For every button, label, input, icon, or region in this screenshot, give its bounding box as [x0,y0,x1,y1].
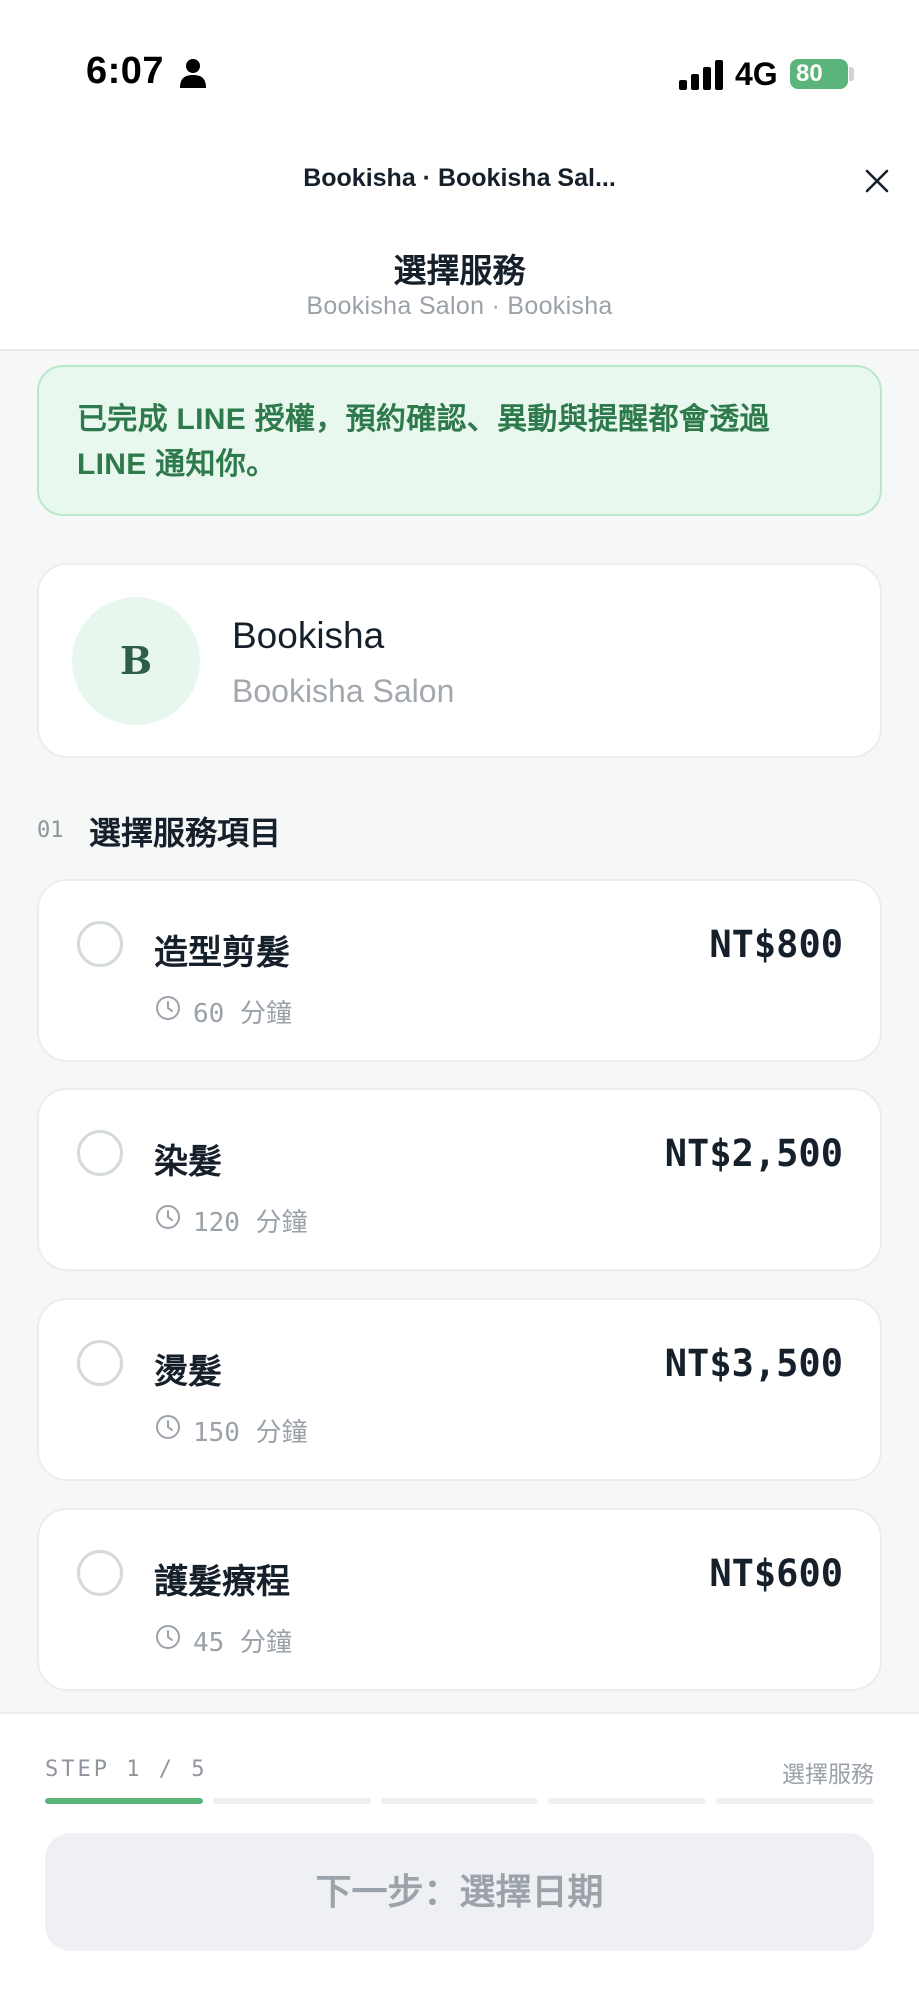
duration-unit: 分鐘 [239,998,292,1028]
shop-card: B Bookisha Bookisha Salon [37,563,882,758]
status-bar: 6:07 4G 80 [0,0,919,140]
page-subtitle: Bookisha Salon · Bookisha [306,292,613,320]
shop-branch: Bookisha Salon [232,673,455,709]
person-icon [180,59,206,88]
service-duration: 150 分鐘 [193,1412,308,1449]
service-card[interactable]: 造型剪髮 NT$800 60 分鐘 [37,879,882,1062]
network-type: 4G [735,56,778,92]
notice-text: 已完成 LINE 授權，預約確認、異動與提醒都會透過 LINE 通知你。 [77,403,770,481]
service-duration: 60 分鐘 [193,993,292,1030]
booking-page: 6:07 4G 80 Bookisha · Bookisha Sal... 選擇… [0,0,919,1998]
progress-segment [716,1798,874,1804]
service-price: NT$800 [709,923,843,966]
service-radio[interactable] [77,1130,123,1176]
duration-value: 150 [193,1418,240,1448]
service-price: NT$3,500 [664,1342,843,1385]
service-duration: 120 分鐘 [193,1202,308,1239]
duration-unit: 分鐘 [255,1417,308,1447]
line-auth-notice: 已完成 LINE 授權，預約確認、異動與提醒都會透過 LINE 通知你。 [37,365,882,516]
duration-value: 45 [193,1628,225,1658]
step-name: 選擇服務 [782,1761,874,1787]
service-card[interactable]: 燙髮 NT$3,500 150 分鐘 [37,1298,882,1481]
step-progress [45,1798,874,1806]
section-title: 選擇服務項目 [89,815,282,851]
footer-bar: STEP 1 / 5 選擇服務 下一步：選擇日期 [0,1712,919,1998]
signal-icon [679,60,723,90]
clock-icon [156,1205,180,1229]
service-name: 造型剪髮 [154,934,290,972]
clock-icon [156,1415,180,1439]
top-header: Bookisha · Bookisha Sal... 選擇服務 Bookisha… [0,140,919,351]
duration-value: 120 [193,1208,240,1238]
avatar: B [72,597,200,725]
duration-unit: 分鐘 [239,1627,292,1657]
service-price: NT$600 [709,1552,843,1595]
service-radio[interactable] [77,1550,123,1596]
status-time: 6:07 [86,50,165,92]
nav-title: Bookisha · Bookisha Sal... [303,164,616,192]
service-radio[interactable] [77,1340,123,1386]
duration-unit: 分鐘 [255,1207,308,1237]
shop-name: Bookisha [232,615,385,656]
service-radio[interactable] [77,921,123,967]
battery-tip [849,67,854,81]
duration-value: 60 [193,999,225,1029]
service-name: 護髮療程 [154,1563,290,1601]
section-number: 01 [37,818,64,843]
step-label: STEP 1 / 5 [45,1757,208,1782]
progress-segment [212,1798,371,1804]
service-name: 燙髮 [154,1353,222,1391]
page-title: 選擇服務 [393,252,526,289]
service-duration: 45 分鐘 [193,1622,292,1659]
service-name: 染髮 [154,1143,222,1181]
progress-segment [548,1798,707,1804]
clock-icon [156,996,180,1020]
progress-segment [380,1798,539,1804]
service-card[interactable]: 染髮 NT$2,500 120 分鐘 [37,1088,882,1271]
close-icon[interactable] [858,162,896,200]
progress-segment [45,1798,203,1804]
next-step-button[interactable]: 下一步：選擇日期 [45,1833,874,1951]
clock-icon [156,1625,180,1649]
service-card[interactable]: 護髮療程 NT$600 45 分鐘 [37,1508,882,1691]
battery-icon: 80 [790,59,848,89]
battery-level: 80 [796,60,823,87]
service-price: NT$2,500 [664,1132,843,1175]
